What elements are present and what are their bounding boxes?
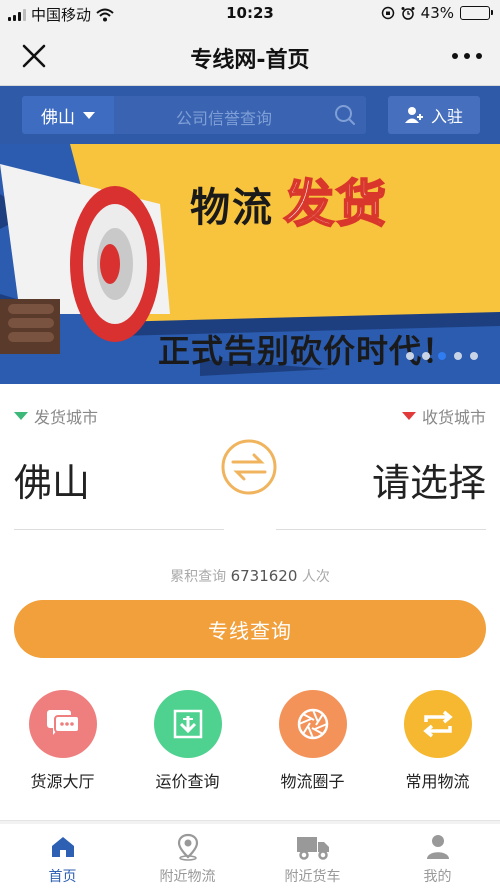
repeat-icon	[422, 710, 453, 738]
tab-nearby-trucks[interactable]: 附近货车	[250, 832, 375, 886]
from-label-text: 发货城市	[34, 408, 99, 427]
from-city-field[interactable]: 佛山	[14, 452, 90, 507]
headline-highlight: 发货	[283, 174, 388, 234]
more-icon[interactable]	[452, 53, 482, 59]
carousel-dot[interactable]	[470, 352, 478, 360]
query-count-value: 6731620	[230, 567, 298, 585]
feature-label: 货源大厅	[30, 772, 95, 791]
headline-prefix: 物流	[190, 185, 274, 231]
query-count-suffix: 人次	[301, 569, 330, 585]
search-placeholder: 公司信誉查询	[175, 109, 272, 128]
feature-logistics-circle[interactable]: 物流圈子	[250, 690, 375, 792]
join-button[interactable]: 入驻	[388, 96, 480, 134]
feature-circle	[403, 690, 472, 758]
person-icon	[426, 835, 449, 859]
triangle-down-icon	[401, 412, 416, 420]
carousel-indicator	[406, 352, 478, 360]
tab-nearby-logistics[interactable]: 附近物流	[125, 832, 250, 886]
tab-label: 我的	[423, 869, 452, 885]
search-input[interactable]: 公司信誉查询	[114, 96, 366, 134]
city-selector-label: 佛山	[41, 107, 75, 128]
location-pin-icon	[177, 833, 198, 861]
feature-circle	[28, 690, 97, 758]
tab-profile[interactable]: 我的	[375, 832, 500, 886]
feature-price-query[interactable]: 运价查询	[125, 690, 250, 792]
join-label: 入驻	[430, 107, 463, 126]
carousel-dot[interactable]	[454, 352, 462, 360]
feature-label: 常用物流	[405, 772, 470, 791]
feature-label: 物流圈子	[280, 772, 345, 791]
feature-circle	[153, 690, 222, 758]
home-icon	[51, 837, 74, 857]
chevron-down-icon	[83, 111, 95, 119]
query-count: 累积查询 6731620 人次	[0, 566, 500, 586]
feature-circle	[278, 690, 347, 758]
triangle-down-icon	[14, 412, 28, 420]
tab-label: 首页	[48, 869, 77, 885]
tab-home[interactable]: 首页	[0, 832, 125, 886]
status-bar: 中国移动 10:23 43%	[0, 0, 500, 26]
to-label-text: 收货城市	[421, 408, 486, 427]
status-right: 43%	[381, 4, 493, 22]
to-city-field[interactable]: 请选择	[372, 452, 486, 507]
carousel-dot[interactable]	[422, 352, 430, 360]
nav-bar: 专线网-首页	[0, 26, 500, 86]
battery-percent: 43%	[420, 4, 454, 22]
aperture-icon	[297, 708, 328, 740]
tab-label: 附近货车	[284, 869, 341, 885]
search-icon[interactable]	[334, 104, 356, 126]
truck-icon	[296, 837, 329, 860]
from-city-underline	[14, 529, 224, 530]
add-user-icon	[404, 107, 423, 123]
price-download-icon	[173, 709, 202, 739]
feature-grid: 货源大厅 运价查询 物流圈子 常用物流	[0, 690, 500, 800]
to-city-underline	[276, 529, 486, 530]
to-city-label: 收货城市	[401, 404, 486, 428]
feature-frequent-logistics[interactable]: 常用物流	[375, 690, 500, 792]
swap-icon[interactable]	[218, 436, 280, 498]
tab-bar: 首页 附近物流 附近货车 我的	[0, 824, 500, 889]
battery-icon	[460, 6, 493, 20]
from-city-label: 发货城市	[14, 404, 98, 428]
chat-bubbles-icon	[46, 710, 80, 735]
feature-label: 运价查询	[155, 772, 220, 791]
banner[interactable]: 佛山 公司信誉查询 入驻 物流 发货 正式告别砍价时代！	[0, 86, 500, 384]
orientation-lock-icon	[381, 6, 394, 20]
banner-headline: 物流 发货	[190, 164, 388, 236]
search-bar: 佛山 公司信誉查询 入驻	[0, 86, 500, 144]
carousel-dot[interactable]	[406, 352, 414, 360]
carousel-dot[interactable]	[438, 352, 446, 360]
city-selector[interactable]: 佛山	[22, 96, 114, 134]
feature-cargo-hall[interactable]: 货源大厅	[0, 690, 125, 792]
alarm-icon	[401, 7, 415, 20]
page-title: 专线网-首页	[190, 48, 310, 73]
route-search-button[interactable]: 专线查询	[14, 600, 486, 658]
banner-subheadline: 正式告别砍价时代！	[158, 332, 456, 370]
tab-label: 附近物流	[159, 869, 216, 885]
query-count-prefix: 累积查询	[170, 569, 227, 585]
